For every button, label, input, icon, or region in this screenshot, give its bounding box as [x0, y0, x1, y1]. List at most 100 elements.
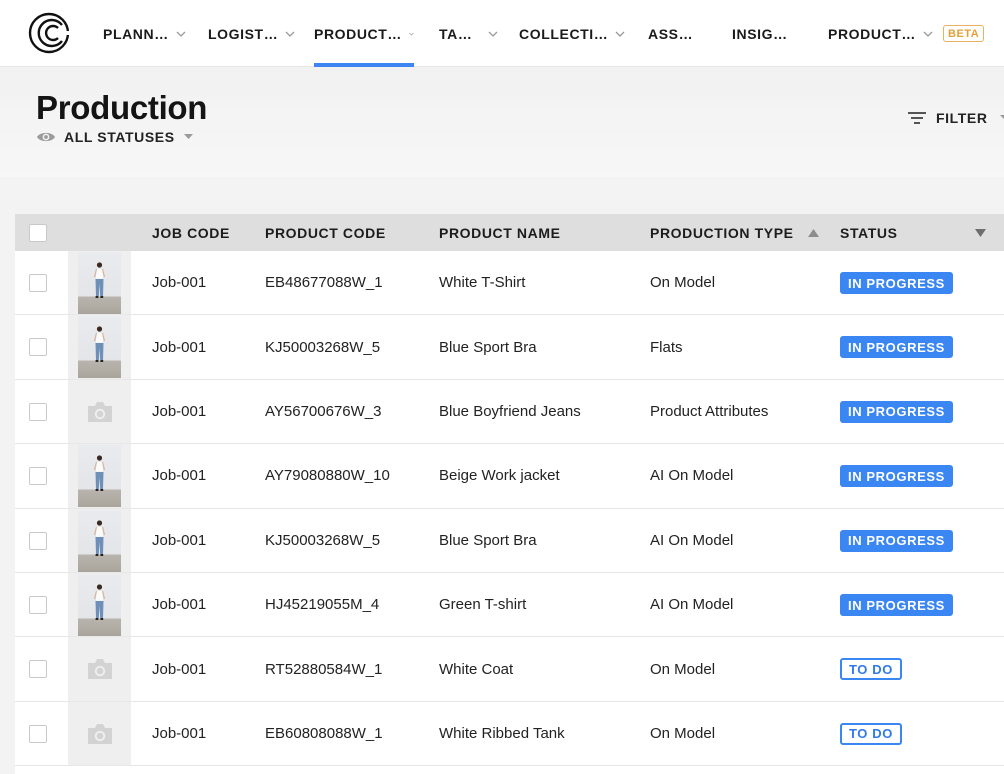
caret-down-icon — [999, 115, 1004, 120]
filter-button[interactable]: FILTER — [908, 110, 1004, 126]
nav-tasks[interactable]: TA… — [439, 0, 498, 67]
thumbnail-cell — [68, 637, 131, 701]
production-type-cell: On Model — [650, 660, 716, 678]
page-header: Production ALL STATUSES FILTER — [0, 67, 1004, 177]
status-badge[interactable]: IN PROGRESS — [840, 336, 953, 359]
product-name-cell: Beige Work jacket — [439, 467, 560, 485]
product-code-cell: AY56700676W_3 — [265, 402, 382, 420]
job-code-cell: Job-001 — [152, 660, 207, 678]
chevron-down-icon — [615, 31, 625, 37]
column-production-type[interactable]: PRODUCTION TYPE — [650, 214, 794, 251]
table-row[interactable]: Job-001 KJ50003268W_5 Blue Sport Bra AI On … — [15, 508, 1004, 573]
thumbnail-cell — [68, 379, 131, 444]
status-badge[interactable]: IN PROGRESS — [840, 272, 953, 294]
production-type-cell: Product Attributes — [650, 402, 769, 420]
table-row[interactable]: Job-001 EB60808088W_1 White Ribbed Tank On … — [15, 701, 1004, 767]
table-row[interactable]: Job-001 AY79080880W_10 Beige Work jacket AI… — [15, 444, 1004, 509]
product-name-cell: White T-Shirt — [439, 274, 526, 292]
job-code-cell: Job-001 — [152, 402, 207, 420]
row-checkbox[interactable] — [29, 531, 47, 550]
camera-icon — [88, 723, 112, 744]
product-name-cell: Green T-shirt — [439, 596, 527, 614]
row-checkbox[interactable] — [29, 402, 47, 421]
row-checkbox[interactable] — [29, 660, 47, 679]
row-checkbox[interactable] — [29, 467, 47, 486]
thumbnail-cell — [68, 444, 131, 508]
row-checkbox[interactable] — [29, 724, 47, 743]
table-row[interactable]: Job-001 RT52880584W_1 White Coat On Model TO… — [15, 637, 1004, 702]
app-logo[interactable] — [27, 10, 73, 56]
production-type-cell: AI On Model — [650, 596, 734, 614]
eye-icon — [37, 132, 55, 142]
chevron-down-icon — [176, 31, 186, 37]
status-badge[interactable]: IN PROGRESS — [840, 594, 953, 616]
product-thumbnail[interactable] — [78, 574, 121, 636]
product-code-cell: AY79080880W_10 — [265, 467, 390, 485]
job-code-cell: Job-001 — [152, 724, 207, 742]
thumbnail-cell — [68, 573, 131, 637]
status-badge[interactable]: IN PROGRESS — [840, 465, 953, 488]
column-job-code[interactable]: JOB CODE — [152, 214, 230, 251]
model-figure-icon — [93, 519, 106, 556]
product-code-cell: KJ50003268W_5 — [265, 338, 381, 356]
nav-product-beta[interactable]: PRODUCT… BETA — [828, 0, 985, 67]
row-checkbox[interactable] — [29, 338, 47, 357]
product-code-cell: HJ45219055M_4 — [265, 596, 380, 614]
row-checkbox[interactable] — [29, 596, 47, 614]
production-type-cell: On Model — [650, 274, 716, 292]
product-name-cell: White Coat — [439, 660, 514, 678]
nav-collections[interactable]: COLLECTI… — [519, 0, 625, 67]
page-title: Production — [36, 89, 208, 126]
filter-icon — [908, 112, 926, 124]
nav-insights[interactable]: INSIG… — [732, 0, 788, 67]
production-type-cell: AI On Model — [650, 531, 734, 549]
sort-descending-icon[interactable] — [975, 229, 986, 237]
chevron-down-icon — [409, 32, 414, 35]
thumbnail-cell — [68, 315, 131, 379]
nav-label: COLLECTI… — [519, 25, 609, 42]
status-badge[interactable]: IN PROGRESS — [840, 400, 953, 423]
status-filter-dropdown[interactable]: ALL STATUSES — [36, 129, 193, 145]
column-product-code[interactable]: PRODUCT CODE — [265, 214, 386, 251]
sort-ascending-icon[interactable] — [808, 229, 819, 237]
nav-label: PRODUCT… — [314, 25, 403, 42]
job-code-cell: Job-001 — [152, 531, 207, 549]
status-badge[interactable]: TO DO — [840, 722, 902, 745]
status-badge[interactable]: IN PROGRESS — [840, 529, 953, 552]
nav-assets[interactable]: ASS… — [648, 0, 693, 67]
table-row[interactable]: Job-001 AY56700676W_3 Blue Boyfriend Jeans… — [15, 379, 1004, 445]
column-product-name[interactable]: PRODUCT NAME — [439, 214, 561, 251]
product-thumbnail[interactable] — [78, 445, 121, 508]
table-row[interactable]: Job-001 KJ50003268W_5 Blue Sport Bra Flats I… — [15, 315, 1004, 380]
model-figure-icon — [93, 326, 106, 363]
filter-label: FILTER — [936, 110, 988, 126]
nav-label: LOGIST… — [208, 25, 279, 42]
chevron-down-icon — [285, 31, 295, 37]
product-code-cell: EB60808088W_1 — [265, 724, 383, 742]
row-checkbox[interactable] — [29, 274, 47, 292]
product-name-cell: Blue Sport Bra — [439, 531, 537, 549]
nav-planning[interactable]: PLANN… — [103, 0, 186, 67]
status-badge[interactable]: TO DO — [840, 658, 902, 681]
select-all-checkbox[interactable] — [29, 224, 47, 242]
production-type-cell: AI On Model — [650, 467, 734, 485]
model-figure-icon — [93, 455, 106, 492]
product-thumbnail[interactable] — [78, 252, 121, 314]
product-name-cell: Blue Sport Bra — [439, 338, 537, 356]
model-figure-icon — [93, 262, 106, 298]
caret-down-icon — [183, 134, 193, 139]
beta-badge: BETA — [943, 25, 985, 42]
product-thumbnail[interactable] — [78, 316, 121, 379]
nav-production[interactable]: PRODUCT… — [314, 0, 414, 67]
column-status[interactable]: STATUS — [840, 214, 898, 251]
job-code-cell: Job-001 — [152, 338, 207, 356]
table-row[interactable]: Job-001 EB48677088W_1 White T-Shirt On Mode… — [15, 251, 1004, 316]
top-navigation: PLANN… LOGIST… PRODUCT… TA… COLLECTI… AS… — [0, 0, 1004, 67]
nav-label: INSIG… — [732, 25, 788, 42]
product-thumbnail[interactable] — [78, 509, 121, 572]
nav-logistics[interactable]: LOGIST… — [208, 0, 295, 67]
status-filter-label: ALL STATUSES — [64, 129, 175, 145]
table-row[interactable]: Job-001 HJ45219055M_4 Green T-shirt AI On M… — [15, 573, 1004, 638]
nav-label: ASS… — [648, 25, 694, 42]
thumbnail-cell — [68, 251, 131, 315]
